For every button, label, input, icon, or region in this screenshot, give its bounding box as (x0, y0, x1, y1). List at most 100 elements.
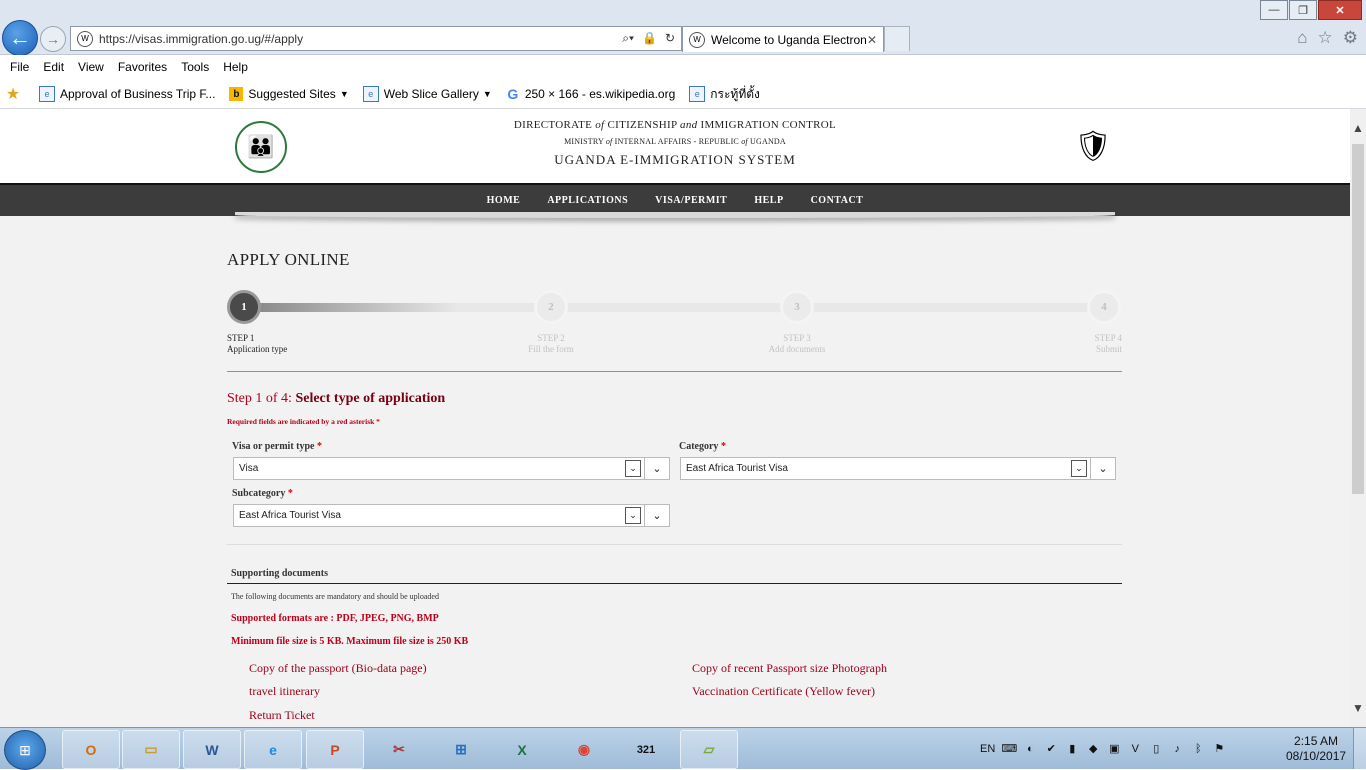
search-icon[interactable]: ⌕▾ (622, 31, 634, 46)
nav-applications[interactable]: APPLICATIONS (547, 195, 628, 206)
page-icon: e (39, 86, 55, 102)
vpn-icon[interactable]: V (1128, 742, 1142, 756)
start-button[interactable]: ⊞ (4, 730, 46, 770)
fav-item-thai[interactable]: e กระทู้ที่ตั้ง (689, 85, 760, 104)
antivirus-icon[interactable]: ◆ (1086, 742, 1100, 756)
header-directorate: DIRECTORATE of CITIZENSHIP and IMMIGRATI… (513, 119, 837, 131)
minimize-button[interactable]: — (1260, 0, 1288, 20)
supporting-documents-heading: Supporting documents (231, 568, 328, 579)
menu-edit[interactable]: Edit (43, 60, 64, 74)
category-select[interactable]: East Africa Tourist Visa ⌄ ⌄ (680, 457, 1116, 480)
tab-close-icon[interactable]: ✕ (867, 33, 877, 47)
step-3-circle: 3 (780, 290, 814, 324)
chevron-down-icon[interactable]: ⌄ (644, 458, 669, 479)
back-button[interactable]: ← (2, 20, 38, 56)
close-window-button[interactable]: ✕ (1318, 0, 1362, 20)
forward-arrow-icon: → (46, 31, 60, 47)
nav-help[interactable]: HELP (754, 195, 783, 206)
required-note: Required fields are indicated by a red a… (227, 417, 380, 426)
site-favicon-icon: W (77, 30, 93, 47)
calendar-icon[interactable]: 321 (617, 730, 675, 769)
menu-tools[interactable]: Tools (181, 60, 209, 74)
chevron-down-icon[interactable]: ⌄ (644, 505, 669, 526)
sticky-notes-icon[interactable]: ▱ (680, 730, 738, 769)
shield-icon[interactable]: ✔ (1044, 742, 1058, 756)
browser-toolbar: ← → W https://visas.immigration.go.ug/#/… (0, 0, 1366, 56)
volume-muted-icon[interactable]: ♪ (1170, 742, 1184, 756)
divider (227, 583, 1122, 584)
device-icon[interactable]: ▯ (1149, 742, 1163, 756)
action-center-icon[interactable]: ⚑ (1212, 742, 1226, 756)
menu-view[interactable]: View (78, 60, 104, 74)
file-size-note: Minimum file size is 5 KB. Maximum file … (231, 636, 469, 647)
fav-item-web-slice-gallery[interactable]: e Web Slice Gallery ▼ (362, 86, 492, 102)
nav-contact[interactable]: CONTACT (811, 195, 864, 206)
forward-button[interactable]: → (40, 26, 66, 52)
outlook-icon[interactable]: O (62, 730, 120, 769)
fav-item-suggested-sites[interactable]: b Suggested Sites ▼ (229, 87, 349, 101)
fav-item-approval[interactable]: e Approval of Business Trip F... (39, 86, 215, 102)
tab-title: Welcome to Uganda Electroni... (711, 32, 867, 47)
scroll-up-icon[interactable]: ▲ (1350, 121, 1366, 135)
address-bar[interactable]: W https://visas.immigration.go.ug/#/appl… (70, 26, 682, 51)
chevron-down-icon: ▼ (339, 89, 349, 99)
back-arrow-icon: ← (9, 25, 31, 50)
nav-home[interactable]: HOME (487, 195, 521, 206)
page-title: APPLY ONLINE (227, 250, 350, 269)
ie-icon[interactable]: e (244, 730, 302, 769)
bluetooth-icon[interactable]: ᛒ (1191, 742, 1205, 756)
explorer-icon[interactable]: ▭ (122, 730, 180, 769)
word-icon[interactable]: W (183, 730, 241, 769)
page-scrollbar[interactable]: ▲ ▼ (1350, 109, 1366, 727)
site-header: 👪 DIRECTORATE of CITIZENSHIP and IMMIGRA… (0, 109, 1350, 183)
fav-label: Suggested Sites (248, 87, 336, 101)
scrollbar-thumb[interactable] (1352, 144, 1364, 494)
header-ministry: MINISTRY of INTERNAL AFFAIRS - REPUBLIC … (564, 137, 786, 146)
monitor-icon[interactable]: ▣ (1107, 742, 1121, 756)
chrome-icon[interactable]: ◉ (555, 730, 613, 769)
uganda-coat-of-arms-icon: 🛡 (1073, 129, 1113, 163)
step-4-label: STEP 4 Submit (1094, 333, 1122, 354)
lock-icon[interactable]: 🔒 (642, 31, 657, 46)
system-clock[interactable]: 2:15 AM 08/10/2017 (1286, 734, 1346, 764)
menu-favorites[interactable]: Favorites (118, 60, 167, 74)
chevron-down-icon[interactable]: ⌄ (1090, 458, 1115, 479)
google-icon: G (507, 86, 519, 102)
powerpoint-icon[interactable]: P (306, 730, 364, 769)
windows-logo-icon: ⊞ (19, 741, 31, 758)
scroll-down-icon[interactable]: ▼ (1350, 701, 1366, 715)
tab-favicon-icon: W (689, 31, 705, 48)
favorites-star-icon[interactable]: ☆ (1318, 28, 1333, 48)
maximize-button[interactable]: ❐ (1289, 0, 1317, 20)
step-3-label: STEP 3 Add documents (768, 333, 826, 354)
gear-icon[interactable]: ⚙ (1343, 28, 1358, 48)
page-icon: e (689, 86, 706, 102)
snipping-icon[interactable]: ✂ (370, 730, 428, 769)
home-icon[interactable]: ⌂ (1297, 28, 1307, 48)
fav-item-wikipedia[interactable]: G 250 × 166 - es.wikipedia.org (506, 86, 675, 102)
show-desktop-button[interactable] (1353, 728, 1366, 769)
menu-file[interactable]: File (10, 60, 29, 74)
menu-bar: File Edit View Favorites Tools Help (0, 55, 1366, 79)
progress-fill (258, 303, 458, 312)
windows-icon[interactable]: ⊞ (432, 730, 490, 769)
excel-icon[interactable]: X (493, 730, 551, 769)
new-tab-button[interactable] (884, 26, 910, 51)
system-tray: EN ⌨ ◐ ✔ ▮ ◆ ▣ V ▯ ♪ ᛒ ⚑ (980, 728, 1226, 769)
nav-visa-permit[interactable]: VISA/PERMIT (655, 195, 727, 206)
keyboard-icon[interactable]: ⌨ (1001, 742, 1017, 756)
visa-type-select[interactable]: Visa ⌄ ⌄ (233, 457, 670, 480)
language-indicator[interactable]: EN (980, 743, 995, 755)
step-1-circle: 1 (227, 290, 261, 324)
network-icon[interactable]: ◐ (1023, 742, 1037, 756)
taskbar: ⊞ O ▭ W e P ✂ ⊞ X ◉ 321 ▱ EN ⌨ ◐ ✔ ▮ ◆ ▣… (0, 727, 1366, 770)
favorites-star-button[interactable]: ★ (0, 86, 25, 103)
menu-help[interactable]: Help (223, 60, 248, 74)
signal-icon[interactable]: ▮ (1065, 742, 1079, 756)
subcategory-label: Subcategory * (232, 488, 293, 499)
browser-tab[interactable]: W Welcome to Uganda Electroni... ✕ (682, 26, 884, 52)
address-url[interactable]: https://visas.immigration.go.ug/#/apply (99, 32, 622, 46)
refresh-icon[interactable]: ↻ (665, 31, 675, 46)
subcategory-select[interactable]: East Africa Tourist Visa ⌄ ⌄ (233, 504, 670, 527)
visa-type-label: Visa or permit type * (232, 441, 322, 452)
